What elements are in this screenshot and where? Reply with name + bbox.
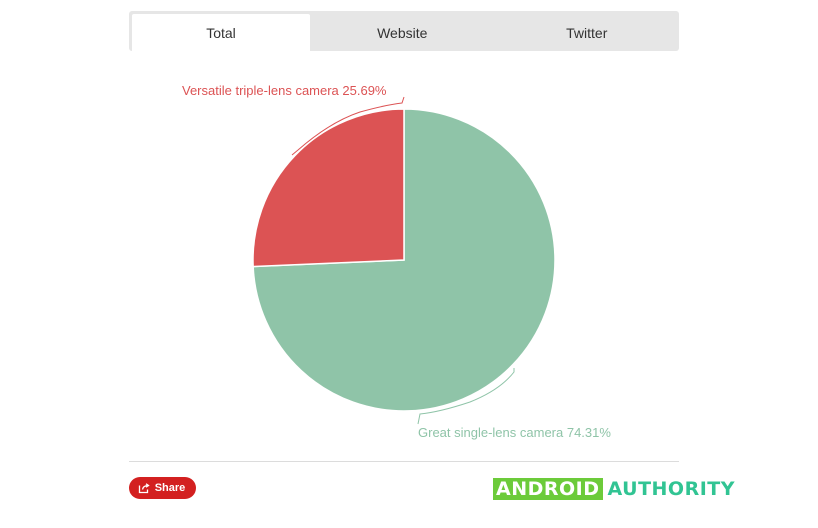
share-button[interactable]: Share [129, 477, 196, 499]
footer-divider [129, 461, 679, 462]
share-label: Share [154, 482, 186, 494]
logo-authority-text: AUTHORITY [607, 478, 735, 500]
slice-label-triple-lens: Versatile triple-lens camera 25.69% [182, 83, 387, 98]
logo-android-text: ANDROID [493, 478, 603, 500]
share-icon [138, 483, 150, 494]
pie-chart: Great single-lens camera 74.31% Versatil… [182, 83, 611, 440]
slice-label-single-lens: Great single-lens camera 74.31% [418, 425, 611, 440]
android-authority-logo: ANDROID AUTHORITY [493, 478, 735, 500]
slice-triple-lens[interactable] [252, 108, 405, 268]
